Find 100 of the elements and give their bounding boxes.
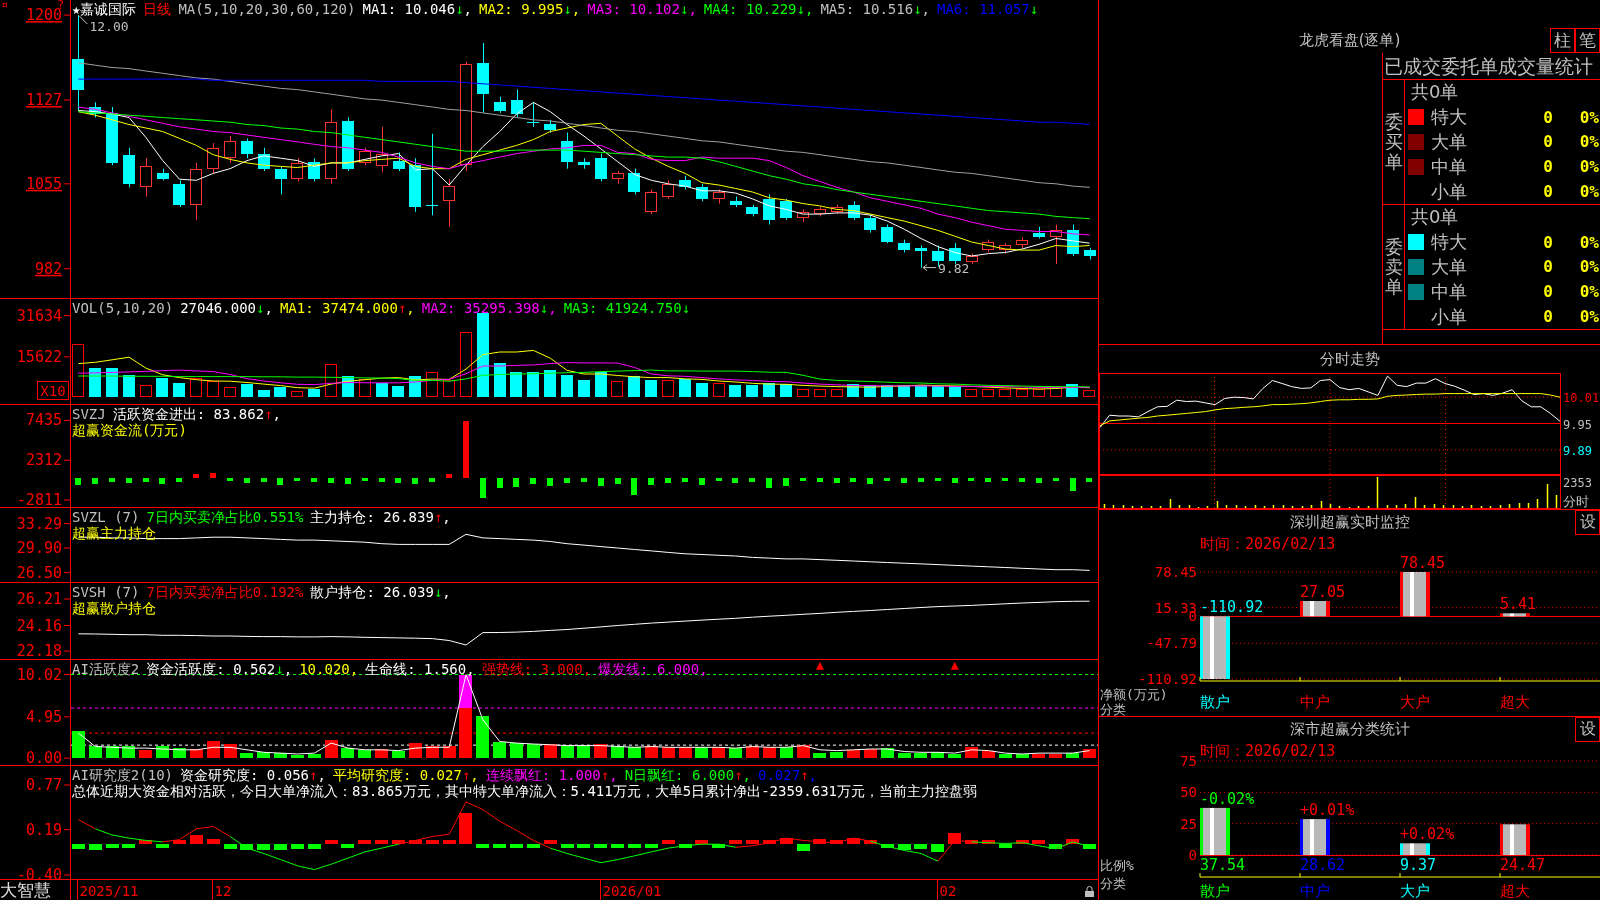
volume-bar xyxy=(1083,390,1095,397)
activity-bar xyxy=(1016,754,1029,758)
order-percent: 0% xyxy=(1578,282,1600,302)
order-percent: 0% xyxy=(1578,182,1600,202)
volume-bar xyxy=(291,391,303,397)
research-bar xyxy=(948,833,961,844)
candlestick xyxy=(578,157,590,170)
fund-flow-bar xyxy=(648,478,654,485)
candlestick xyxy=(123,147,135,188)
activity-bar xyxy=(291,755,304,758)
research-bar xyxy=(813,839,826,844)
fund-flow-bar xyxy=(783,478,789,486)
fund-flow-bar xyxy=(463,421,469,478)
volume-bar xyxy=(595,372,607,397)
candlestick xyxy=(494,96,506,114)
indicator-name: VOL(5,10,20) xyxy=(72,300,174,316)
candlestick xyxy=(982,239,994,253)
candlestick xyxy=(780,198,792,221)
candlestick xyxy=(814,206,826,217)
volume-bar xyxy=(561,375,573,397)
axis-title: 分类 xyxy=(1100,702,1126,716)
fund-flow-bar xyxy=(277,478,283,485)
activity-bar xyxy=(729,748,742,758)
order-count: 0 xyxy=(1542,232,1554,252)
fund-flow-bar xyxy=(75,478,81,485)
research-bar xyxy=(493,844,506,848)
view-button[interactable]: 柱 xyxy=(1550,28,1575,53)
category-label: 散户 xyxy=(1200,693,1230,711)
menu-icon[interactable]: ¤ xyxy=(1,0,9,12)
legend-item: 活跃资金进出: 83.862↑, xyxy=(112,406,282,422)
category-label: 超大 xyxy=(1500,882,1530,900)
legend-item: 资金研究度: 0.056↑, xyxy=(180,767,326,783)
research-bar xyxy=(476,844,489,848)
leader-line xyxy=(922,264,937,272)
candlestick xyxy=(308,157,320,182)
volume-bar xyxy=(746,385,758,397)
research-bar xyxy=(207,839,220,844)
axis-label: 0 xyxy=(1188,847,1197,863)
change-label: -0.02% xyxy=(1200,789,1255,808)
settings-button[interactable]: 设 xyxy=(1575,717,1600,742)
activity-bar xyxy=(358,750,371,758)
fund-flow-bar xyxy=(1036,478,1042,483)
volume-bar xyxy=(965,389,977,397)
research-bar xyxy=(392,840,405,844)
volume-bar xyxy=(611,381,623,397)
research-bar xyxy=(72,844,85,849)
volume-bar xyxy=(224,387,236,397)
candlestick xyxy=(679,175,691,191)
view-button[interactable]: 笔 xyxy=(1575,28,1600,53)
activity-bar xyxy=(426,746,439,758)
candlestick xyxy=(1033,226,1045,239)
candlestick xyxy=(696,183,708,202)
legend-item: 生命线: 1.560, xyxy=(365,661,475,677)
fund-flow-bar xyxy=(850,478,856,482)
activity-bar xyxy=(493,742,506,758)
fund-flow-bar xyxy=(1002,478,1008,481)
order-count: 0 xyxy=(1542,132,1554,152)
research-bar xyxy=(594,844,607,848)
research-bar xyxy=(881,844,894,848)
legend-item: 27046.000↓, xyxy=(180,300,273,316)
research-bar xyxy=(965,840,978,844)
fund-flow-bar xyxy=(615,478,621,484)
fund-flow-bar xyxy=(159,478,165,484)
activity-bar xyxy=(510,743,523,758)
research-bar xyxy=(527,844,540,848)
candlestick xyxy=(443,178,455,228)
panel-title: 龙虎看盘(逐单) xyxy=(1298,31,1401,50)
legend-item: MA2: 9.995↓, xyxy=(479,1,581,17)
research-bar xyxy=(1032,840,1045,844)
fund-flow-bar xyxy=(412,478,418,484)
lock-icon xyxy=(1085,886,1094,897)
order-size-label: 小单 xyxy=(1431,304,1468,329)
candlestick xyxy=(628,168,640,195)
candlestick xyxy=(595,153,607,182)
research-bar xyxy=(763,840,776,844)
order-size-label: 大单 xyxy=(1431,255,1468,279)
activity-bar xyxy=(190,749,203,758)
order-size-label: 大单 xyxy=(1431,130,1468,154)
candlestick xyxy=(359,147,371,166)
volume-bar xyxy=(679,379,691,397)
fund-flow-bar xyxy=(210,473,216,478)
fund-flow-bar xyxy=(1019,478,1025,482)
candlestick xyxy=(89,101,101,118)
candlestick xyxy=(275,165,287,195)
volume-bar xyxy=(578,380,590,397)
research-bar xyxy=(830,840,843,844)
fund-flow-bar xyxy=(328,478,334,483)
category-label: 大户 xyxy=(1400,693,1430,711)
research-bar xyxy=(931,844,944,852)
axis-label: 26.21 xyxy=(16,590,62,608)
value-label: 24.47 xyxy=(1500,856,1546,874)
research-bar xyxy=(662,840,675,844)
axis-label: 22.18 xyxy=(16,642,62,660)
settings-button[interactable]: 设 xyxy=(1575,510,1600,535)
research-bar xyxy=(611,844,624,848)
group-label: 委卖单 xyxy=(1384,237,1403,297)
price-label: 12.00 xyxy=(89,19,129,35)
indicator-name: SVSH (7) xyxy=(72,584,140,600)
candlestick xyxy=(915,245,927,269)
activity-bar xyxy=(341,748,354,758)
